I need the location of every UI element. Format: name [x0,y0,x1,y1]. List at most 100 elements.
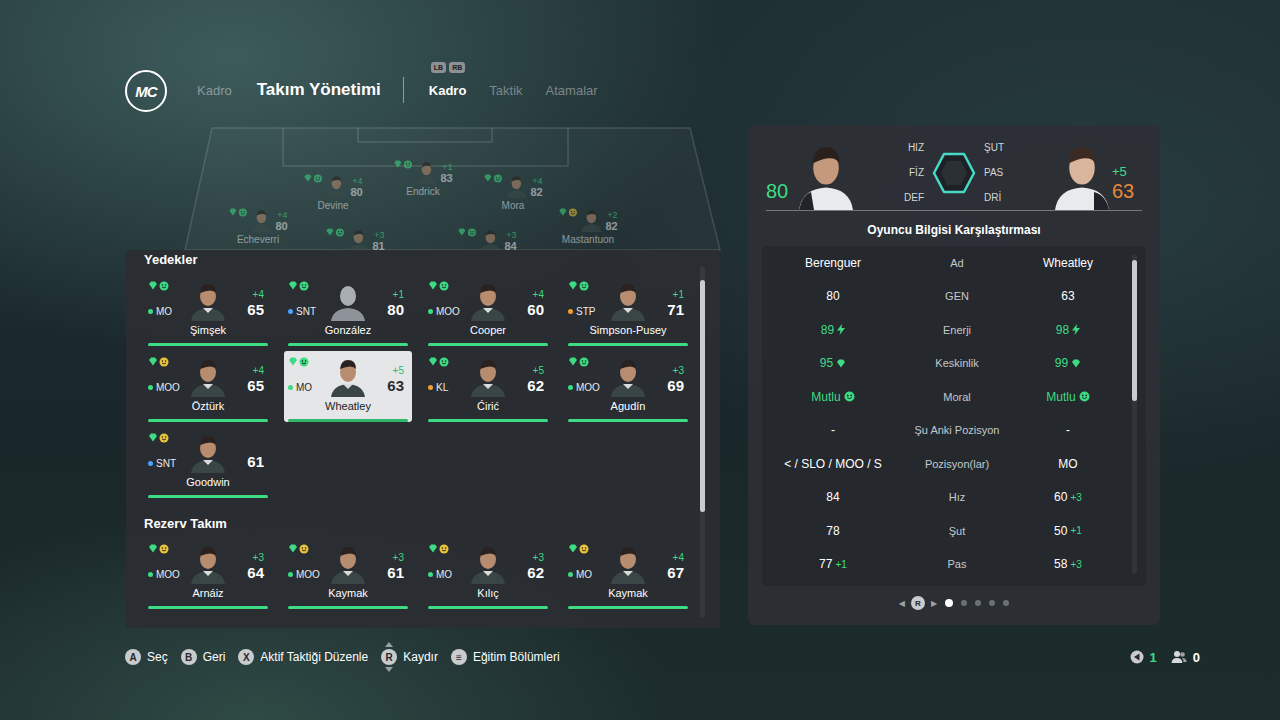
pitch-player[interactable]: +282 Mastantuon [558,206,617,245]
button-hint[interactable]: BGeri [181,649,226,665]
mood-icon [467,228,476,237]
button-hint[interactable]: XAktif Taktiği Düzenle [238,649,368,665]
compare-scrollbar[interactable] [1132,254,1137,574]
fitness-bar-fill [148,343,268,346]
pitch-player-stats: +480 [275,210,287,232]
player-photo-icon [608,353,648,397]
energy-bolt-icon [1072,324,1080,335]
pager-dot[interactable] [961,600,967,606]
pager-prev[interactable]: ◀ [899,599,905,608]
compare-row: 7850+1Şut [762,514,1126,548]
pitch-player-row: +282 [558,206,617,232]
right-value: 98 [1010,323,1126,337]
sub-tabs: LBRBKadroTaktikAtamalar [429,68,598,112]
compare-row: < / SLO / MOO / SMOPozisyon(lar) [762,447,1126,481]
player-card[interactable]: MO+465Şimşek [144,275,272,346]
player-card-info: MOO [148,540,188,584]
gem-icon [483,174,492,182]
player-card[interactable]: MOO+460Cooper [424,275,552,346]
pager-next[interactable]: ▶ [931,599,937,608]
player-position: MO [148,306,188,317]
player-status [568,544,608,554]
right-value: 60+3 [1010,490,1126,504]
value-text: 50 [1054,524,1067,538]
bench-scroll-thumb[interactable] [700,280,705,512]
value-text: 98 [1056,323,1069,337]
player-growth: +3 [393,552,404,564]
player-card[interactable]: MOO+364Arnáiz [144,538,272,609]
player-card-body: STP+171 [568,277,688,321]
player-card-info: SNT [148,429,188,473]
player-status [288,544,328,554]
player-photo-icon [188,277,228,321]
fitness-bar [148,495,268,498]
pager-dot[interactable] [945,599,953,607]
pitch-player[interactable]: +381 [325,226,384,252]
player-photo-icon [478,226,502,252]
player-name: Kaymak [288,586,408,600]
hint-label: Geri [203,650,226,664]
players-icon [1171,650,1187,664]
button-hint[interactable]: ≡Eğitim Bölümleri [451,649,560,665]
pitch-player[interactable]: +183Endrick [393,158,452,197]
player-card[interactable]: SNT61Goodwin [144,427,272,498]
value-text: Mutlu [811,390,840,404]
player-rating-box: +460 [508,277,548,321]
bench-scrollbar[interactable] [700,266,705,618]
gem-icon [148,544,158,553]
left-player-stats: 80 [766,180,796,210]
player-rating-box: +369 [648,353,688,397]
player-card[interactable]: MO+362Kılıç [424,538,552,609]
pager-dot[interactable] [989,600,995,606]
main-nav-tab[interactable]: Takım Yönetimi [257,80,381,100]
position-label: MOO [436,306,460,317]
header-divider [403,77,404,103]
pitch-player-rating: 80 [275,221,287,232]
player-rating: 60 [527,301,544,318]
position-label: KL [436,382,448,393]
player-card[interactable]: MOO+369Agudín [564,351,692,422]
player-name: Kaymak [568,586,688,600]
pitch-player-name: Mastantuon [562,234,614,245]
right-value: Mutlu [1010,390,1126,404]
pitch-player[interactable]: +480Devine [303,172,362,211]
pitch-player[interactable]: +482Mora [483,172,542,211]
button-hint[interactable]: ASeç [125,649,168,665]
player-card[interactable]: KL+562Ćirić [424,351,552,422]
player-rating: 65 [247,301,264,318]
fitness-bar [428,419,548,422]
player-position: STP [568,306,608,317]
sub-tab[interactable]: Kadro [429,83,467,98]
value-text: - [831,423,835,437]
position-label: MO [576,569,592,580]
player-name: Agudín [568,399,688,413]
player-card[interactable]: STP+171Simpson-Pusey [564,275,692,346]
player-card[interactable]: MO+467Kaymak [564,538,692,609]
player-card-info: KL [428,353,468,397]
pitch-player-stats: +381 [372,230,384,252]
pager-dot[interactable] [1003,600,1009,606]
value-text: 84 [826,490,839,504]
pitch-player-growth: +4 [532,176,542,187]
radar-labels-right: ŞUTPASDRİ [984,141,1004,205]
pitch-player[interactable]: +480Echeverri [228,206,287,245]
player-growth: +5 [533,365,544,377]
gem-icon [288,281,298,290]
gem-icon [836,359,846,368]
pitch-player[interactable]: +384 [457,226,516,252]
button-hint[interactable]: RKaydır [381,642,438,672]
left-player: 80 [766,138,856,210]
player-position: KL [428,382,468,393]
sub-tab[interactable]: Taktik [489,83,522,98]
pager-dot[interactable] [975,600,981,606]
player-card[interactable]: MOO+361Kaymak [284,538,412,609]
compare-scroll-thumb[interactable] [1132,260,1137,401]
player-card[interactable]: MO+563Wheatley [284,351,412,422]
main-nav-tab[interactable]: Kadro [197,83,232,98]
player-position: MO [288,382,328,393]
player-card[interactable]: MOO+465Öztürk [144,351,272,422]
sub-tab[interactable]: Atamalar [546,83,598,98]
key-badge: ≡ [451,649,467,665]
player-card-info: MO [288,353,328,397]
player-card[interactable]: SNT+180González [284,275,412,346]
